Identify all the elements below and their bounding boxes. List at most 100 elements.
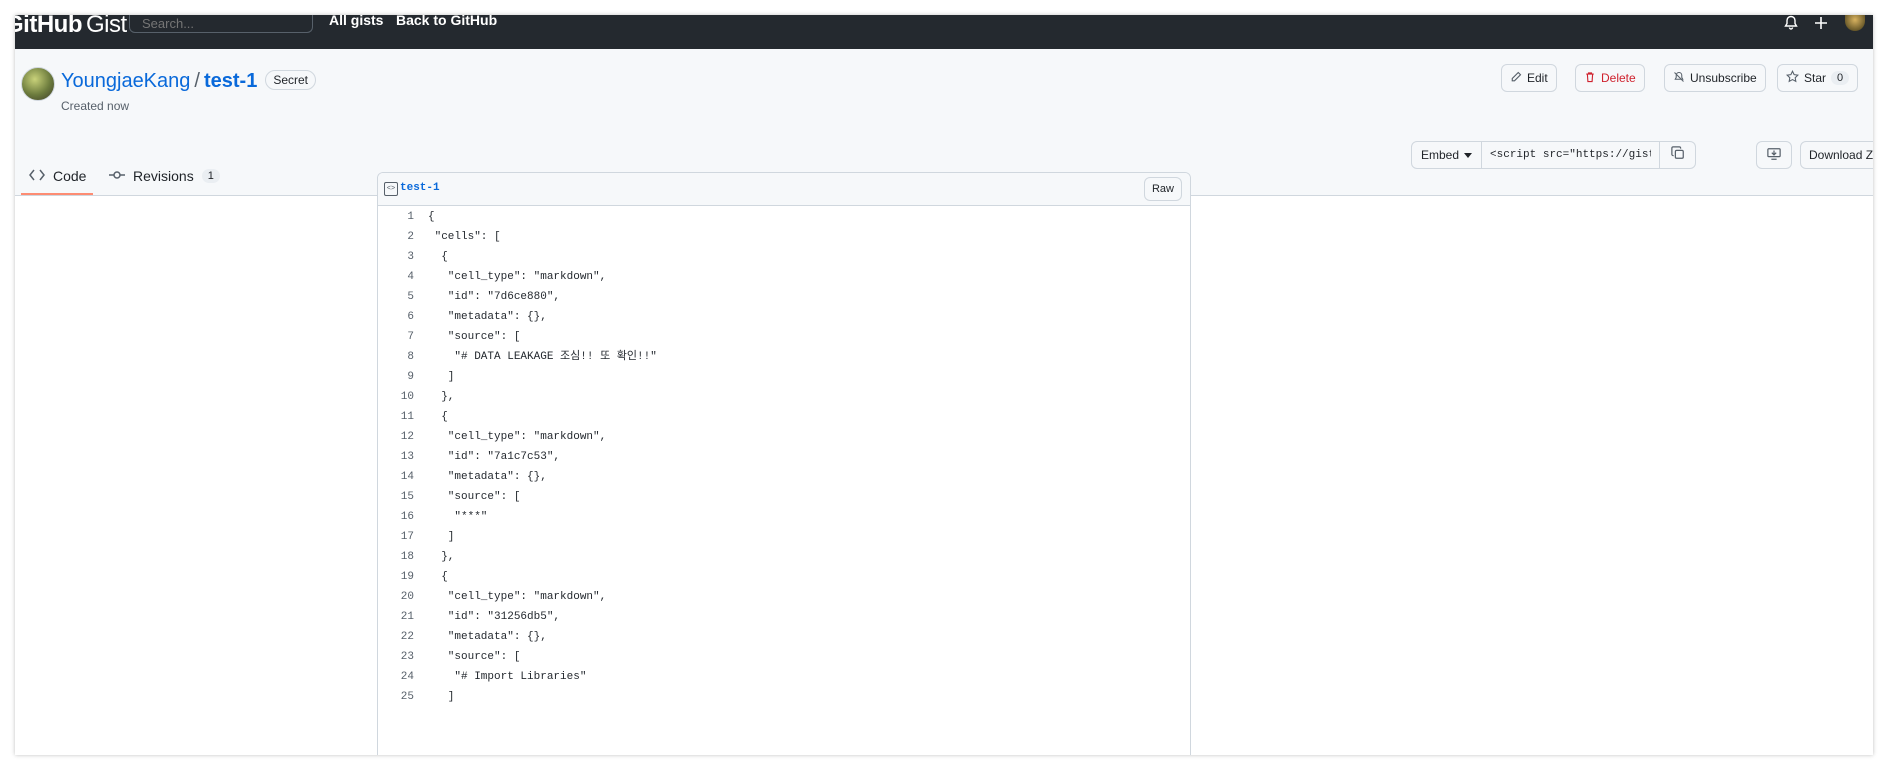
- bell-icon[interactable]: [1783, 15, 1799, 36]
- copy-button[interactable]: [1660, 141, 1697, 169]
- code-line: 2 "cells": [: [378, 227, 1190, 247]
- owner-link[interactable]: YoungjaeKang: [61, 70, 190, 92]
- tab-revisions[interactable]: Revisions 1: [109, 157, 220, 195]
- line-text: },: [428, 391, 455, 403]
- line-number[interactable]: 10: [378, 387, 414, 407]
- delete-button[interactable]: Delete: [1575, 64, 1645, 92]
- line-number[interactable]: 25: [378, 687, 414, 707]
- line-number[interactable]: 15: [378, 487, 414, 507]
- nav-all-gists[interactable]: All gists: [329, 15, 383, 28]
- code-line: 7 "source": [: [378, 327, 1190, 347]
- unsubscribe-button[interactable]: Unsubscribe: [1664, 64, 1766, 92]
- code-line: 17 ]: [378, 527, 1190, 547]
- code-line: 21 "id": "31256db5",: [378, 607, 1190, 627]
- line-number[interactable]: 16: [378, 507, 414, 527]
- line-number[interactable]: 18: [378, 547, 414, 567]
- line-number[interactable]: 2: [378, 227, 414, 247]
- line-text: {: [428, 251, 448, 263]
- gist-name-link[interactable]: test-1: [204, 70, 257, 92]
- code-line: 5 "id": "7d6ce880",: [378, 287, 1190, 307]
- line-text: {: [428, 571, 448, 583]
- code-line: 6 "metadata": {},: [378, 307, 1190, 327]
- owner-avatar[interactable]: [21, 67, 55, 101]
- embed-group: Embed: [1411, 141, 1697, 169]
- tab-code-label: Code: [53, 168, 87, 184]
- line-number[interactable]: 24: [378, 667, 414, 687]
- line-number[interactable]: 5: [378, 287, 414, 307]
- code-line: 15 "source": [: [378, 487, 1190, 507]
- code-line: 14 "metadata": {},: [378, 467, 1190, 487]
- line-text: {: [428, 211, 435, 223]
- copy-icon: [1670, 145, 1685, 165]
- logo-suffix: Gist: [85, 15, 127, 38]
- code-view: 1{2 "cells": [3 {4 "cell_type": "markdow…: [378, 206, 1190, 707]
- open-desktop-button[interactable]: [1756, 141, 1792, 169]
- top-header: GitHubGist All gists Back to GitHub: [15, 15, 1873, 49]
- nav-back-to-github[interactable]: Back to GitHub: [396, 15, 497, 28]
- line-text: },: [428, 551, 455, 563]
- line-number[interactable]: 20: [378, 587, 414, 607]
- line-text: "cell_type": "markdown",: [428, 431, 607, 443]
- line-number[interactable]: 7: [378, 327, 414, 347]
- line-number[interactable]: 4: [378, 267, 414, 287]
- visibility-badge: Secret: [265, 69, 317, 90]
- logo-text: GitHub: [15, 15, 82, 38]
- bell-slash-icon: [1673, 71, 1685, 86]
- revisions-count: 1: [201, 169, 220, 183]
- github-gist-logo[interactable]: GitHubGist: [15, 15, 127, 39]
- file-name-link[interactable]: test-1: [400, 182, 440, 194]
- raw-button[interactable]: Raw: [1143, 177, 1182, 201]
- code-line: 25 ]: [378, 687, 1190, 707]
- desktop-download-icon: [1767, 147, 1781, 164]
- line-number[interactable]: 19: [378, 567, 414, 587]
- line-text: "metadata": {},: [428, 311, 547, 323]
- code-line: 12 "cell_type": "markdown",: [378, 427, 1190, 447]
- line-number[interactable]: 13: [378, 447, 414, 467]
- line-number[interactable]: 22: [378, 627, 414, 647]
- line-text: ]: [428, 531, 455, 543]
- file-header: <> test-1 Raw: [378, 173, 1190, 206]
- embed-select[interactable]: Embed: [1411, 141, 1483, 169]
- line-number[interactable]: 11: [378, 407, 414, 427]
- code-line: 23 "source": [: [378, 647, 1190, 667]
- line-number[interactable]: 14: [378, 467, 414, 487]
- code-line: 10 },: [378, 387, 1190, 407]
- trash-icon: [1584, 71, 1596, 86]
- line-number[interactable]: 9: [378, 367, 414, 387]
- line-number[interactable]: 1: [378, 207, 414, 227]
- line-number[interactable]: 6: [378, 307, 414, 327]
- line-number[interactable]: 12: [378, 427, 414, 447]
- tab-code[interactable]: Code: [21, 157, 93, 195]
- code-line: 22 "metadata": {},: [378, 627, 1190, 647]
- code-line: 13 "id": "7a1c7c53",: [378, 447, 1190, 467]
- line-number[interactable]: 21: [378, 607, 414, 627]
- line-text: {: [428, 411, 448, 423]
- code-line: 19 {: [378, 567, 1190, 587]
- download-zip-button[interactable]: Download ZIP: [1800, 141, 1873, 169]
- code-line: 9 ]: [378, 367, 1190, 387]
- star-button[interactable]: Star 0: [1777, 64, 1859, 92]
- star-label: Star: [1804, 71, 1827, 85]
- user-avatar[interactable]: [1845, 15, 1865, 31]
- line-number[interactable]: 23: [378, 647, 414, 667]
- star-count: 0: [1831, 71, 1850, 85]
- line-text: "***": [428, 511, 488, 523]
- gist-title: YoungjaeKang / test-1 Secret: [61, 69, 317, 93]
- star-icon: [1785, 69, 1800, 86]
- line-number[interactable]: 17: [378, 527, 414, 547]
- code-line: 20 "cell_type": "markdown",: [378, 587, 1190, 607]
- plus-icon[interactable]: [1813, 15, 1829, 36]
- code-line: 11 {: [378, 407, 1190, 427]
- search-input[interactable]: [129, 15, 313, 33]
- title-separator: /: [194, 70, 200, 92]
- line-text: "metadata": {},: [428, 631, 547, 643]
- line-text: "metadata": {},: [428, 471, 547, 483]
- browser-viewport: GitHubGist All gists Back to GitHub Youn…: [15, 15, 1873, 755]
- edit-button[interactable]: Edit: [1501, 64, 1557, 92]
- embed-code-input[interactable]: [1482, 141, 1661, 169]
- unsubscribe-label: Unsubscribe: [1690, 71, 1757, 85]
- code-line: 16 "***": [378, 507, 1190, 527]
- line-number[interactable]: 8: [378, 347, 414, 367]
- line-number[interactable]: 3: [378, 247, 414, 267]
- line-text: "cells": [: [428, 231, 501, 243]
